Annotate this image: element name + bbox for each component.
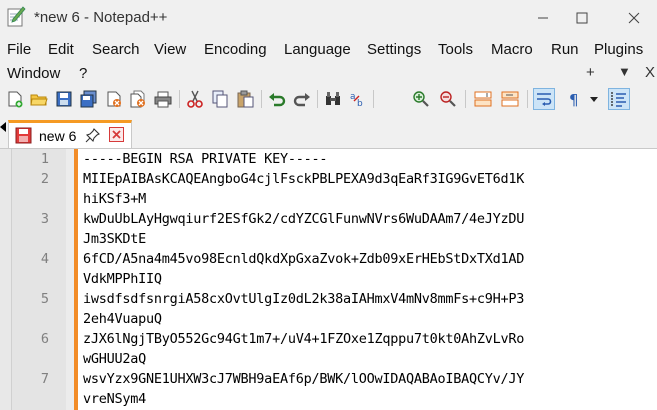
menu-edit[interactable]: Edit (48, 41, 74, 58)
menu-plugins[interactable]: Plugins (594, 41, 643, 58)
fold-margin[interactable] (66, 149, 74, 410)
undo-icon[interactable] (266, 88, 288, 110)
tab-bar: new 6 (0, 116, 657, 148)
code-line-wrap: hiKSf3+M (83, 191, 147, 207)
code-line-wrap: wGHUU2aQ (83, 351, 147, 367)
editor-area[interactable]: 1 -----BEGIN RSA PRIVATE KEY----- 2 MIIE… (0, 148, 657, 410)
code-line-wrap: Jm3SKDtE (83, 231, 147, 247)
svg-text:b: b (357, 99, 363, 108)
code-line-wrap: VdkMPPhIIQ (83, 271, 162, 287)
new-file-icon[interactable] (4, 88, 26, 110)
print-icon[interactable] (152, 88, 174, 110)
close-all-icon[interactable] (127, 88, 149, 110)
save-all-icon[interactable] (78, 88, 100, 110)
window-title: *new 6 - Notepad++ (34, 9, 168, 26)
menu-file[interactable]: File (7, 41, 31, 58)
menu-view[interactable]: View (154, 41, 186, 58)
toolbar-separator (527, 90, 528, 108)
code-line: kwDuUbLAyHgwqiurf2ESfGk2/cdYZCGlFunwNVrs… (83, 211, 525, 227)
title-bar: *new 6 - Notepad++ (0, 0, 657, 36)
code-line-wrap: vreNSym4 (83, 391, 147, 407)
find-icon[interactable] (322, 88, 344, 110)
tab-scroll-left-icon[interactable] (0, 122, 6, 132)
close-document-control[interactable]: X (645, 64, 655, 81)
line-number: 1 (40, 151, 49, 167)
indent-guide-icon[interactable] (608, 88, 630, 110)
zoom-in-icon[interactable] (410, 88, 432, 110)
save-icon[interactable] (53, 88, 75, 110)
code-line-wrap: 2eh4VuapuQ (83, 311, 162, 327)
line-number: 7 (40, 371, 49, 387)
pin-icon[interactable] (85, 127, 101, 146)
menu-search[interactable]: Search (92, 41, 140, 58)
toolbar: ab ¶ (0, 86, 657, 114)
document-tab[interactable]: new 6 (8, 120, 132, 148)
line-number: 2 (40, 171, 49, 187)
menu-help[interactable]: ? (79, 65, 87, 82)
toolbar-separator (317, 90, 318, 108)
unsaved-file-icon (15, 127, 32, 147)
close-tab-icon[interactable] (109, 127, 124, 145)
menu-encoding[interactable]: Encoding (204, 41, 267, 58)
close-button[interactable] (611, 0, 657, 36)
code-line: -----BEGIN RSA PRIVATE KEY----- (83, 151, 328, 167)
copy-icon[interactable] (209, 88, 231, 110)
paste-icon[interactable] (234, 88, 256, 110)
tab-list-dropdown[interactable]: ▼ (618, 64, 631, 79)
toolbar-separator (179, 90, 180, 108)
svg-text:¶: ¶ (569, 91, 579, 108)
replace-icon[interactable]: ab (347, 88, 369, 110)
toolbar-separator (465, 90, 466, 108)
cut-icon[interactable] (184, 88, 206, 110)
open-file-icon[interactable] (28, 88, 50, 110)
close-file-icon[interactable] (103, 88, 125, 110)
code-line: 6fCD/A5na4m45vo98EcnldQkdXpGxaZvok+Zdb09… (83, 251, 525, 267)
line-number: 6 (40, 331, 49, 347)
menu-macro[interactable]: Macro (491, 41, 533, 58)
code-line: iwsdfsdfsnrgiA58cxOvtUlgIz0dL2k38aIAHmxV… (83, 291, 525, 307)
sync-vertical-scroll-icon[interactable] (472, 88, 494, 110)
line-number: 5 (40, 291, 49, 307)
line-number: 3 (40, 211, 49, 227)
menu-tools[interactable]: Tools (438, 41, 473, 58)
toolbar-separator (373, 90, 374, 108)
word-wrap-icon[interactable] (533, 88, 555, 110)
sync-horizontal-scroll-icon[interactable] (499, 88, 521, 110)
menu-window[interactable]: Window (7, 65, 60, 82)
menu-bar: File Edit Search View Encoding Language … (0, 38, 657, 84)
code-line: wsvYzx9GNE1UHXW3cJ7WBH9aEAf6p/BWK/lOOwID… (83, 371, 525, 387)
menu-run[interactable]: Run (551, 41, 579, 58)
code-line: MIIEpAIBAsKCAQEAngboG4cjlFsckPBLPEXA9d3q… (83, 171, 525, 187)
change-history-bar (74, 149, 78, 410)
editor-left-edge (0, 149, 12, 410)
code-line: zJX6lNgjTByO552Gc94Gt1m7+/uV4+1FZOxe1Zqp… (83, 331, 525, 347)
menu-settings[interactable]: Settings (367, 41, 421, 58)
notepadpp-app-icon (6, 6, 26, 28)
redo-icon[interactable] (291, 88, 313, 110)
menu-language[interactable]: Language (284, 41, 351, 58)
tab-label: new 6 (39, 128, 77, 144)
toolbar-separator (261, 90, 262, 108)
new-tab-control[interactable]: + (586, 64, 595, 81)
show-all-characters-icon[interactable]: ¶ (563, 88, 585, 110)
zoom-out-icon[interactable] (437, 88, 459, 110)
line-number: 4 (40, 251, 49, 267)
maximize-button[interactable] (559, 0, 605, 36)
chevron-down-icon[interactable] (588, 88, 600, 110)
